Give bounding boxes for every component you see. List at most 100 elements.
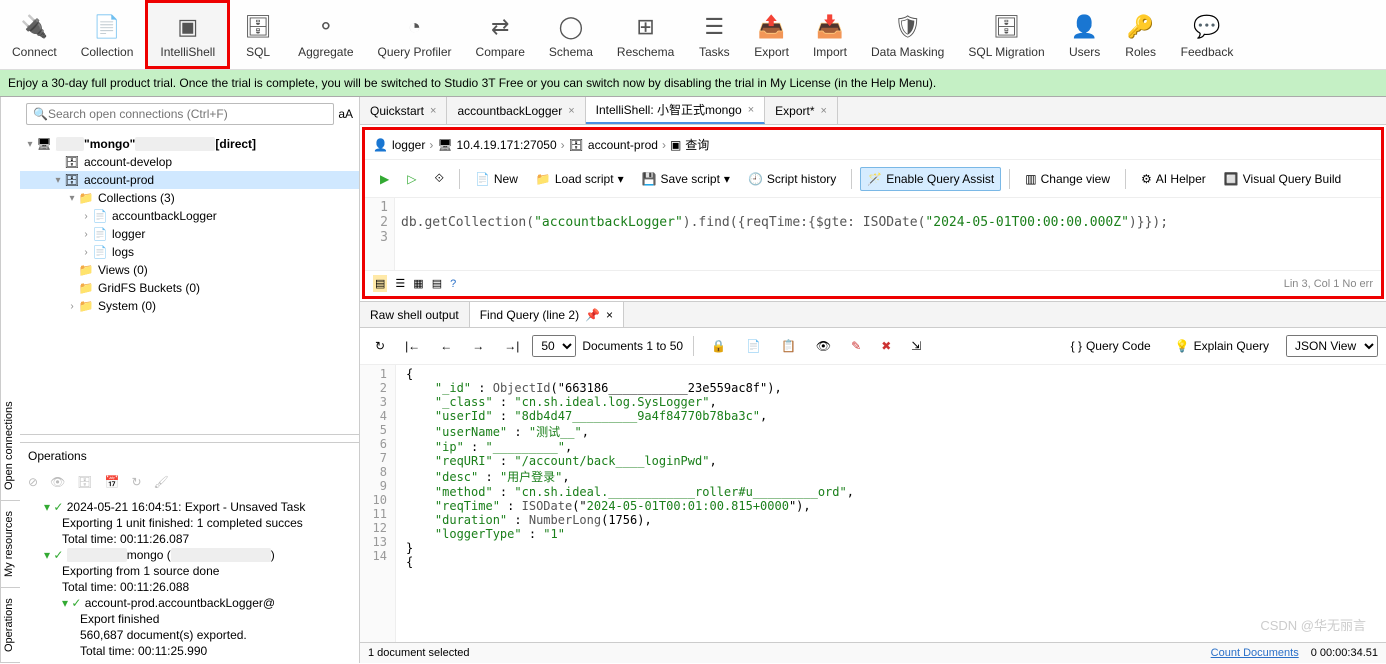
brush-icon[interactable]: 🖌 [154,475,169,489]
code-view-icon2[interactable]: ☰ [395,277,405,290]
run-all-button[interactable]: ▷ [400,167,423,191]
view-mode-select[interactable]: JSON View [1286,335,1378,357]
refresh-icon[interactable]: ↻ [368,334,392,358]
toolbar-schema[interactable]: ◯Schema [537,0,605,69]
tree-item[interactable]: ›📄logger [20,225,359,243]
close-icon[interactable]: × [606,308,613,322]
script-history-button[interactable]: 🕘Script history [741,167,843,191]
tree-item[interactable]: ›📄accountbackLogger [20,207,359,225]
result-tab[interactable]: Find Query (line 2)📌× [470,302,624,327]
doc-view-icon[interactable]: 👁 [809,334,838,358]
breadcrumb-item[interactable]: 🖥10.4.19.171:27050 [437,138,556,152]
refresh-icon[interactable]: ↻ [131,475,141,489]
save-script-button[interactable]: 💾Save script▾ [635,167,737,191]
editor-tab[interactable]: IntelliShell: 小智正式mongo× [586,97,766,124]
toolbar-intellishell[interactable]: ▣IntelliShell [145,0,230,69]
change-view-button[interactable]: ▥Change view [1018,167,1117,191]
toolbar-users[interactable]: 👤Users [1057,0,1113,69]
bc-icon: 👤 [373,138,388,152]
trial-banner: Enjoy a 30-day full product trial. Once … [0,70,1386,97]
ops-entry: Exporting 1 unit finished: 1 completed s… [28,515,351,531]
text-size-icon[interactable]: aA [338,107,353,121]
load-script-button[interactable]: 📁Load script▾ [529,167,631,191]
tree-item[interactable]: 🗄account-develop [20,153,359,171]
explain-query-button[interactable]: 💡Explain Query [1168,334,1276,358]
breadcrumb-item[interactable]: 👤logger [373,138,425,152]
shell-icon: ▣ [172,11,204,43]
toolbar-import[interactable]: 📥Import [801,0,859,69]
breadcrumb-item[interactable]: 🗄account-prod [569,138,658,152]
doc-delete-icon[interactable]: ✖ [874,334,898,358]
toolbar-reschema[interactable]: ⊞Reschema [605,0,686,69]
tree-root[interactable]: ▾🖥 __ "mongo" __ [direct] [20,135,359,153]
run-button[interactable]: ▶ [373,167,396,191]
lock-icon[interactable]: 🔒 [704,334,733,358]
toolbar-export[interactable]: 📤Export [742,0,801,69]
first-page-icon[interactable]: |← [398,334,427,358]
next-page-icon[interactable]: → [465,334,491,358]
visual-query-builder-button[interactable]: 🔲Visual Query Build [1217,167,1348,191]
close-icon[interactable]: × [568,105,574,117]
last-page-icon[interactable]: →| [497,334,526,358]
aggregate-icon: ⚬ [310,11,342,43]
toolbar-aggregate[interactable]: ⚬Aggregate [286,0,365,69]
editor-tab[interactable]: Quickstart× [360,97,447,124]
tree-item[interactable]: 📁Views (0) [20,261,359,279]
connection-tree: ▾🖥 __ "mongo" __ [direct] 🗄account-devel… [20,131,359,434]
code-editor[interactable]: 123 db.getCollection("accountbackLogger"… [365,198,1381,270]
ai-helper-button[interactable]: ⚙AI Helper [1134,167,1213,191]
toolbar-sql-migration[interactable]: 🗄SQL Migration [956,0,1056,69]
new-button[interactable]: 📄New [468,167,525,191]
editor-tab[interactable]: accountbackLogger× [447,97,585,124]
enable-query-assist-button[interactable]: 🪄Enable Query Assist [860,167,1001,191]
tree-item[interactable]: ▾🗄account-prod [20,171,359,189]
selection-status: 1 document selected [368,647,470,659]
toolbar-sql[interactable]: 🗄SQL [230,0,286,69]
code-view-icon[interactable]: ▤ [373,275,387,292]
tree-item[interactable]: ›📁System (0) [20,297,359,315]
toolbar-tasks[interactable]: ☰Tasks [686,0,742,69]
side-tab-myresources[interactable]: My resources [1,501,20,588]
help-icon[interactable]: ? [450,278,456,290]
json-result[interactable]: 1234567891011121314 { "_id" : ObjectId("… [360,365,1386,642]
editor-tab[interactable]: Export*× [765,97,838,124]
toolbar-feedback[interactable]: 💬Feedback [1169,0,1246,69]
toolbar-data-masking[interactable]: 🛡Data Masking [859,0,956,69]
count-docs-link[interactable]: Count Documents [1211,647,1299,659]
code-view-icon3[interactable]: ▦ [413,277,423,290]
prev-page-icon[interactable]: ← [433,334,459,358]
doc-export-icon[interactable]: ⇲ [904,334,928,358]
cal-icon[interactable]: 📅 [105,475,120,489]
toolbar-roles[interactable]: 🔑Roles [1113,0,1169,69]
doc-add-icon[interactable]: 📄 [739,334,768,358]
search-box[interactable]: 🔍 [26,103,334,125]
search-input[interactable] [48,107,327,121]
toolbar-compare[interactable]: ⇄Compare [464,0,537,69]
side-tab-open-connections[interactable]: Open connections [1,391,20,501]
toolbar-connect[interactable]: 🔌Connect [0,0,69,69]
result-tab[interactable]: Raw shell output [360,302,470,327]
eye-icon[interactable]: 👁 [50,475,65,489]
doc-edit-icon[interactable]: ✎ [844,334,868,358]
users-icon: 👤 [1069,11,1101,43]
close-icon[interactable]: × [430,105,436,117]
debug-button[interactable]: ⟐ [427,166,450,191]
code-view-icon4[interactable]: ▤ [432,277,442,290]
close-icon[interactable]: × [748,104,754,116]
toolbar-query-profiler[interactable]: ◔Query Profiler [366,0,464,69]
pin-icon[interactable]: 📌 [585,308,600,322]
toolbar-collection[interactable]: 📄Collection [69,0,146,69]
close-icon[interactable]: × [821,105,827,117]
query-code-button[interactable]: { }Query Code [1064,334,1158,358]
tree-item[interactable]: ▾📁Collections (3) [20,189,359,207]
doc-copy-icon[interactable]: 📋 [774,334,803,358]
side-tab-operations[interactable]: Operations [1,588,20,663]
stop-icon[interactable]: ⊘ [28,475,38,489]
db-icon[interactable]: 🗄 [77,475,92,489]
tree-item[interactable]: ›📄logs [20,243,359,261]
breadcrumb: 👤logger›🖥10.4.19.171:27050›🗄account-prod… [365,130,1381,160]
tasks-icon: ☰ [698,11,730,43]
breadcrumb-item[interactable]: ▣查询 [670,136,709,153]
tree-item[interactable]: 📁GridFS Buckets (0) [20,279,359,297]
page-size-select[interactable]: 50 [532,335,576,357]
